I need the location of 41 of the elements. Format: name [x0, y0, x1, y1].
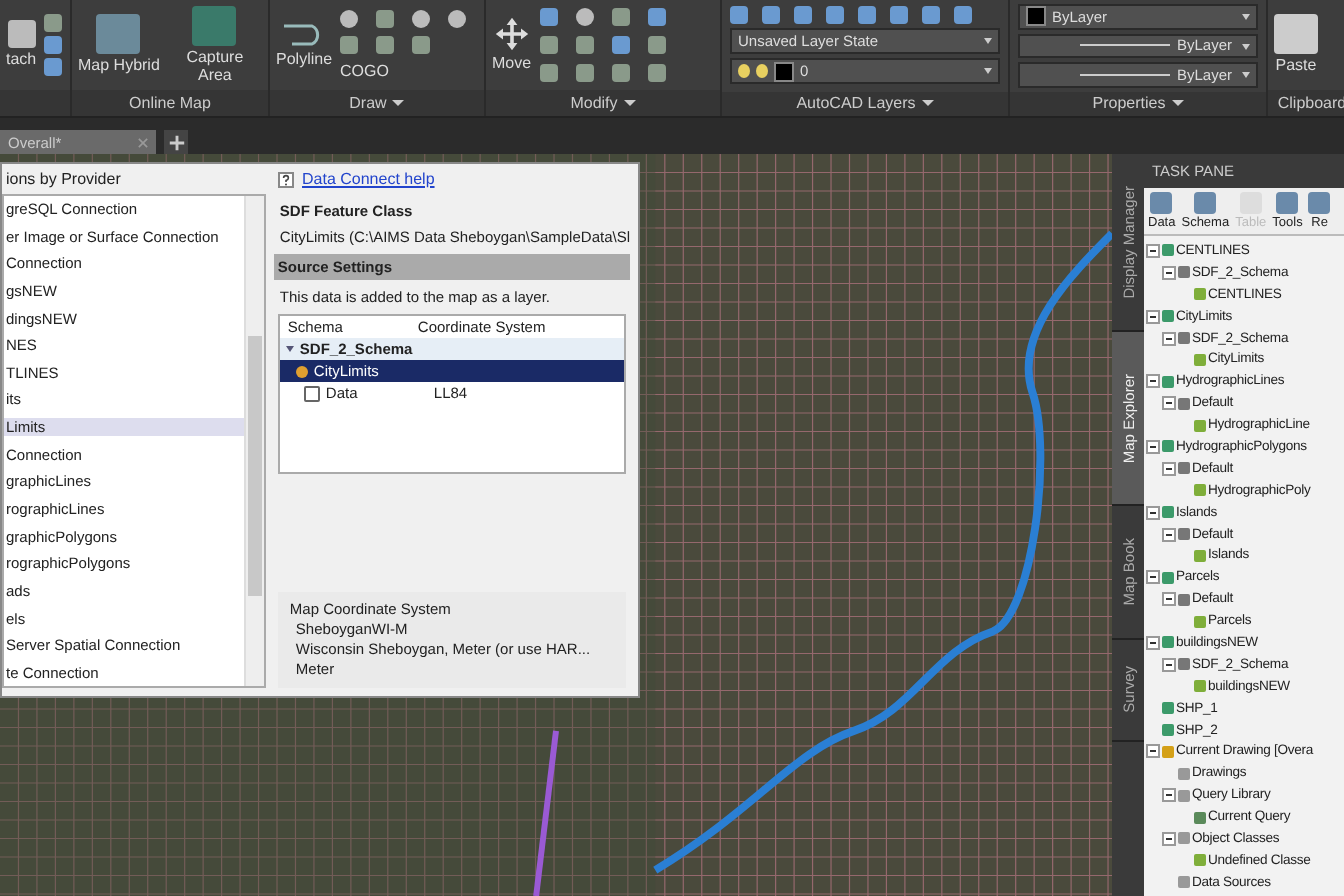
collapse-icon[interactable]: [1146, 570, 1160, 585]
expand-icon[interactable]: [285, 346, 294, 352]
new-tab-icon[interactable]: [164, 130, 188, 154]
collapse-icon[interactable]: [1162, 461, 1176, 476]
collapse-icon[interactable]: [1146, 744, 1160, 759]
move-button[interactable]: Move: [492, 16, 532, 74]
scrollbar[interactable]: [243, 196, 264, 686]
caret-icon[interactable]: [392, 100, 405, 106]
move-icon: [493, 16, 530, 53]
paste-button[interactable]: Paste: [1274, 14, 1318, 76]
panel-label: Properties: [1092, 94, 1166, 113]
help-icon[interactable]: [278, 171, 294, 187]
attach-button[interactable]: tach: [6, 20, 37, 70]
help-link[interactable]: Data Connect help: [302, 170, 435, 188]
panel-label: AutoCAD Layers: [796, 94, 916, 113]
collapse-icon[interactable]: [1146, 309, 1160, 324]
collapse-icon[interactable]: [1146, 635, 1160, 650]
caret-icon[interactable]: [1171, 100, 1184, 107]
collapse-icon[interactable]: [1146, 439, 1160, 454]
collapse-icon[interactable]: [1162, 592, 1176, 607]
collapse-icon[interactable]: [1162, 331, 1176, 345]
cogo-button[interactable]: COGO: [340, 62, 401, 80]
list-heading: ions by Provider: [6, 170, 121, 188]
collapse-icon[interactable]: [1146, 374, 1160, 389]
panel-label: Draw: [349, 94, 387, 112]
circle-icon[interactable]: [448, 10, 467, 28]
collapse-icon[interactable]: [1146, 243, 1160, 258]
collapse-icon[interactable]: [1146, 505, 1160, 520]
caret-icon[interactable]: [623, 100, 636, 106]
panel-label: Modify: [570, 94, 618, 112]
polyline-button[interactable]: Polyline: [276, 20, 333, 70]
caret-icon[interactable]: [921, 100, 934, 107]
collapse-icon[interactable]: [1162, 831, 1176, 846]
collapse-icon[interactable]: [1162, 265, 1176, 280]
map-hybrid-button[interactable]: Map Hybrid: [78, 14, 160, 76]
collapse-icon[interactable]: [1162, 527, 1176, 542]
collapse-icon[interactable]: [1162, 657, 1176, 672]
capture-area-button[interactable]: Capture Area: [167, 5, 262, 85]
collapse-icon[interactable]: [1162, 788, 1176, 803]
panel-label: Online Map: [129, 94, 211, 112]
collapse-icon[interactable]: [1162, 396, 1176, 411]
